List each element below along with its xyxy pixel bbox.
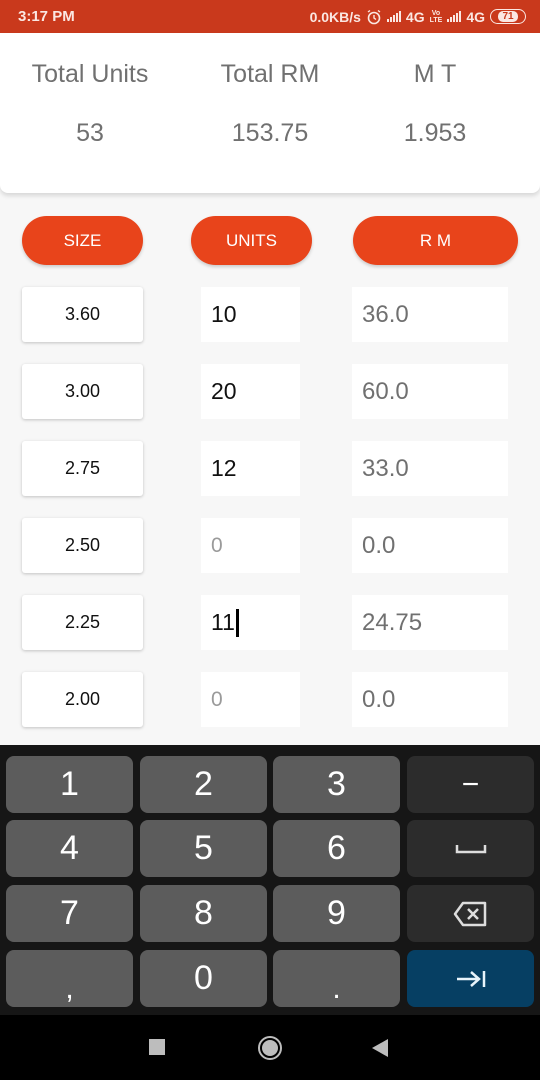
key-1[interactable]: 1 xyxy=(6,756,133,813)
summary-value: 53 xyxy=(76,119,104,147)
size-cell[interactable]: 2.00 xyxy=(22,672,143,727)
rm-field[interactable]: 33.0 xyxy=(352,441,508,496)
tab-next-icon xyxy=(456,970,485,987)
units-input[interactable]: 0 xyxy=(201,518,300,573)
units-input[interactable]: 20 xyxy=(201,364,300,419)
backspace-icon xyxy=(453,901,486,926)
key-period[interactable]: . xyxy=(273,950,400,1007)
recents-icon[interactable] xyxy=(149,1039,165,1055)
key-8[interactable]: 8 xyxy=(140,885,267,942)
battery-icon: 71 xyxy=(490,9,526,24)
units-input[interactable]: 12 xyxy=(201,441,300,496)
summary-label: M T xyxy=(413,60,457,88)
battery-level: 71 xyxy=(498,11,518,22)
status-bar: 3:17 PM 0.0KB/s 4G Vo LTE 4G 71 xyxy=(0,0,540,33)
rm-field[interactable]: 36.0 xyxy=(352,287,508,342)
navigation-bar xyxy=(0,1015,540,1080)
key-comma[interactable]: , xyxy=(6,950,133,1007)
units-input[interactable]: 0 xyxy=(201,672,300,727)
key-0[interactable]: 0 xyxy=(140,950,267,1007)
summary-label: Total Units xyxy=(31,60,149,88)
summary-label: Total RM xyxy=(220,60,320,88)
size-cell[interactable]: 3.60 xyxy=(22,287,143,342)
key-backspace[interactable] xyxy=(407,885,534,942)
units-value: 0 xyxy=(211,533,223,557)
size-cell[interactable]: 2.25 xyxy=(22,595,143,650)
signal-icon-sim1 xyxy=(386,11,401,22)
rm-header-button[interactable]: R M xyxy=(353,216,518,265)
key-9[interactable]: 9 xyxy=(273,885,400,942)
numeric-keyboard: 1 2 3 − 4 5 6 7 8 9 , 0 . xyxy=(0,745,540,1015)
volte-icon: Vo LTE xyxy=(429,9,443,24)
rm-field[interactable]: 0.0 xyxy=(352,518,508,573)
size-cell[interactable]: 2.50 xyxy=(22,518,143,573)
alarm-icon xyxy=(367,9,381,24)
summary-value: 1.953 xyxy=(403,119,467,147)
rm-field[interactable]: 0.0 xyxy=(352,672,508,727)
units-value: 11 xyxy=(211,609,235,635)
key-3[interactable]: 3 xyxy=(273,756,400,813)
units-value: 10 xyxy=(211,301,237,327)
units-header-button[interactable]: UNITS xyxy=(191,216,312,265)
key-6[interactable]: 6 xyxy=(273,820,400,877)
size-cell[interactable]: 2.75 xyxy=(22,441,143,496)
summary-value: 153.75 xyxy=(231,119,309,147)
signal-icon-sim2 xyxy=(447,11,462,22)
units-input-focused[interactable]: 11 xyxy=(201,595,300,650)
size-header-button[interactable]: SIZE xyxy=(22,216,143,265)
key-minus[interactable]: − xyxy=(407,756,534,813)
status-time: 3:17 PM xyxy=(18,8,75,25)
network-type-sim1: 4G xyxy=(405,8,425,25)
key-7[interactable]: 7 xyxy=(6,885,133,942)
back-icon[interactable] xyxy=(371,1038,389,1058)
units-value: 0 xyxy=(211,687,223,711)
key-next[interactable] xyxy=(407,950,534,1007)
home-icon[interactable] xyxy=(257,1035,283,1061)
text-cursor xyxy=(235,608,239,637)
rm-field[interactable]: 60.0 xyxy=(352,364,508,419)
summary-card: Total Units 53 Total RM 153.75 M T 1.953 xyxy=(0,33,540,193)
key-5[interactable]: 5 xyxy=(140,820,267,877)
minus-icon: − xyxy=(461,767,480,801)
units-value: 20 xyxy=(211,378,237,404)
rm-field[interactable]: 24.75 xyxy=(352,595,508,650)
status-icons: 0.0KB/s 4G Vo LTE 4G 71 xyxy=(310,9,526,25)
net-speed: 0.0KB/s xyxy=(309,8,361,25)
key-space[interactable] xyxy=(407,820,534,877)
network-type-sim2: 4G xyxy=(466,8,485,25)
units-input[interactable]: 10 xyxy=(201,287,300,342)
space-icon xyxy=(455,844,486,853)
key-4[interactable]: 4 xyxy=(6,820,133,877)
key-2[interactable]: 2 xyxy=(140,756,267,813)
units-value: 12 xyxy=(211,455,237,481)
size-cell[interactable]: 3.00 xyxy=(22,364,143,419)
